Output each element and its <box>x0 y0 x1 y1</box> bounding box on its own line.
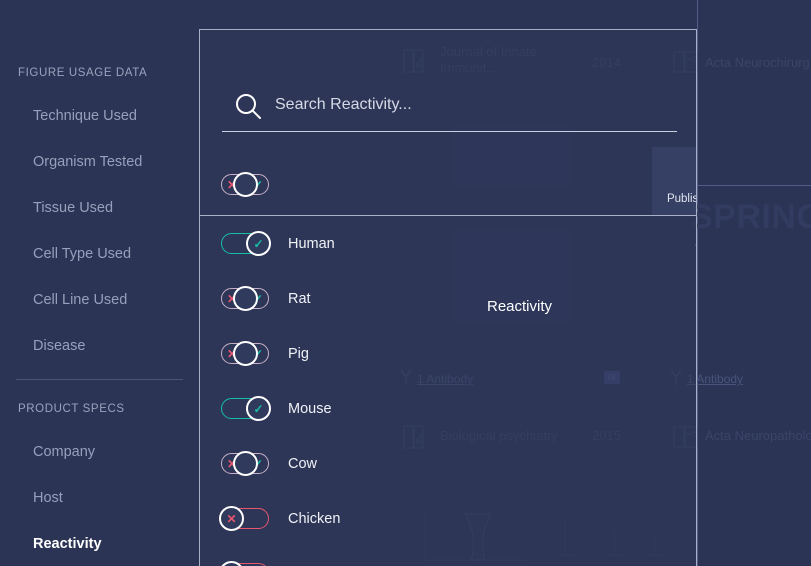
row-published-figures: 1.9 K <box>652 455 696 472</box>
column-header-published-figures[interactable]: Published Figures <box>652 193 696 205</box>
row-label: Mouse <box>288 400 332 417</box>
sidebar-item-reactivity[interactable]: Reactivity <box>33 536 102 552</box>
bg-vertical-divider <box>697 0 698 566</box>
toggle-include-icon: ✓ <box>253 236 264 251</box>
sidebar-item-disease[interactable]: Disease <box>33 338 85 354</box>
sidebar-item-cell-type-used[interactable]: Cell Type Used <box>33 246 131 262</box>
toggle-knob[interactable] <box>233 341 258 366</box>
master-reactivity-toggle[interactable]: ✕ ✓ <box>221 172 269 197</box>
table-header: ✕ ✓ Reactivity Published Figures <box>200 146 696 315</box>
table-row[interactable]: ✓ ✕ Chicken 1.2 K 224 <box>200 491 696 546</box>
search-input[interactable] <box>275 96 655 114</box>
table-row[interactable]: ✕ ✓ Pig 2.2 K 223 <box>200 326 696 381</box>
sidebar-group-title-figure-usage-data: FIGURE USAGE DATA <box>18 67 148 79</box>
row-label: Cow <box>288 455 318 472</box>
row-toggle-rat[interactable]: ✕ ✓ <box>221 286 269 311</box>
reactivity-rows: ✕ ✓ Human 4.7 K 1.7 K ✕ ✓ Rat 3.4 K 818 <box>200 216 696 566</box>
search-underline <box>222 131 677 132</box>
app-root: Journal of Innate Immunit... 2014 Acta N… <box>0 0 811 566</box>
toggle-knob[interactable]: ✓ <box>246 396 271 421</box>
table-row[interactable]: ✓ ✕ Rabbit 1 K 154 <box>200 546 696 566</box>
search-area <box>200 30 696 119</box>
table-row[interactable]: ✕ ✓ Cow 1.9 K 353 <box>200 436 696 491</box>
toggle-knob[interactable]: ✓ <box>246 231 271 256</box>
table-row[interactable]: ✕ ✓ Rat 3.4 K 818 <box>200 271 696 326</box>
search-icon[interactable] <box>234 92 262 120</box>
row-toggle-chicken[interactable]: ✓ ✕ <box>219 506 269 531</box>
row-toggle-cow[interactable]: ✕ ✓ <box>221 451 269 476</box>
row-toggle-human[interactable]: ✕ ✓ <box>221 231 271 256</box>
sidebar-item-cell-line-used[interactable]: Cell Line Used <box>33 292 127 308</box>
row-published-figures: 3.4 K <box>652 290 696 307</box>
reactivity-filter-panel: ✕ ✓ Reactivity Published Figures <box>199 29 697 566</box>
row-published-figures: 2.2 K <box>652 400 696 417</box>
bg-horizontal-divider <box>697 185 811 186</box>
row-published-figures: 1.2 K <box>652 510 696 527</box>
bg-right-journal: Acta Neuropatholo <box>705 428 811 443</box>
row-label: Pig <box>288 345 309 362</box>
toggle-knob[interactable] <box>233 172 258 197</box>
toggle-knob[interactable]: ✕ <box>219 506 244 531</box>
row-label: Rat <box>288 290 311 307</box>
toggle-knob[interactable] <box>233 451 258 476</box>
sidebar-item-tissue-used[interactable]: Tissue Used <box>33 200 113 216</box>
sidebar-item-host[interactable]: Host <box>33 490 63 506</box>
row-label: Human <box>288 235 335 252</box>
sidebar-item-technique-used[interactable]: Technique Used <box>33 108 137 124</box>
sidebar-group-title-product-specs: PRODUCT SPECS <box>18 403 125 415</box>
toggle-include-icon: ✓ <box>253 401 264 416</box>
sidebar-item-organism-tested[interactable]: Organism Tested <box>33 154 142 170</box>
sidebar: FIGURE USAGE DATA Technique Used Organis… <box>0 0 199 566</box>
row-published-figures: 2.2 K <box>652 345 696 362</box>
row-toggle-mouse[interactable]: ✕ ✓ <box>221 396 271 421</box>
row-label: Chicken <box>288 510 341 527</box>
sidebar-item-company[interactable]: Company <box>33 444 95 460</box>
bg-right-journal: Acta Neurochirurg <box>705 55 810 70</box>
row-toggle-pig[interactable]: ✕ ✓ <box>221 341 269 366</box>
springer-watermark: SPRINGER N <box>690 198 811 236</box>
row-published-figures: 4.7 K <box>652 235 696 252</box>
table-row[interactable]: ✕ ✓ Mouse 2.2 K 803 <box>200 381 696 436</box>
toggle-knob[interactable] <box>233 286 258 311</box>
sidebar-divider <box>16 379 183 380</box>
table-row[interactable]: ✕ ✓ Human 4.7 K 1.7 K <box>200 216 696 271</box>
toggle-exclude-icon: ✕ <box>226 511 237 526</box>
